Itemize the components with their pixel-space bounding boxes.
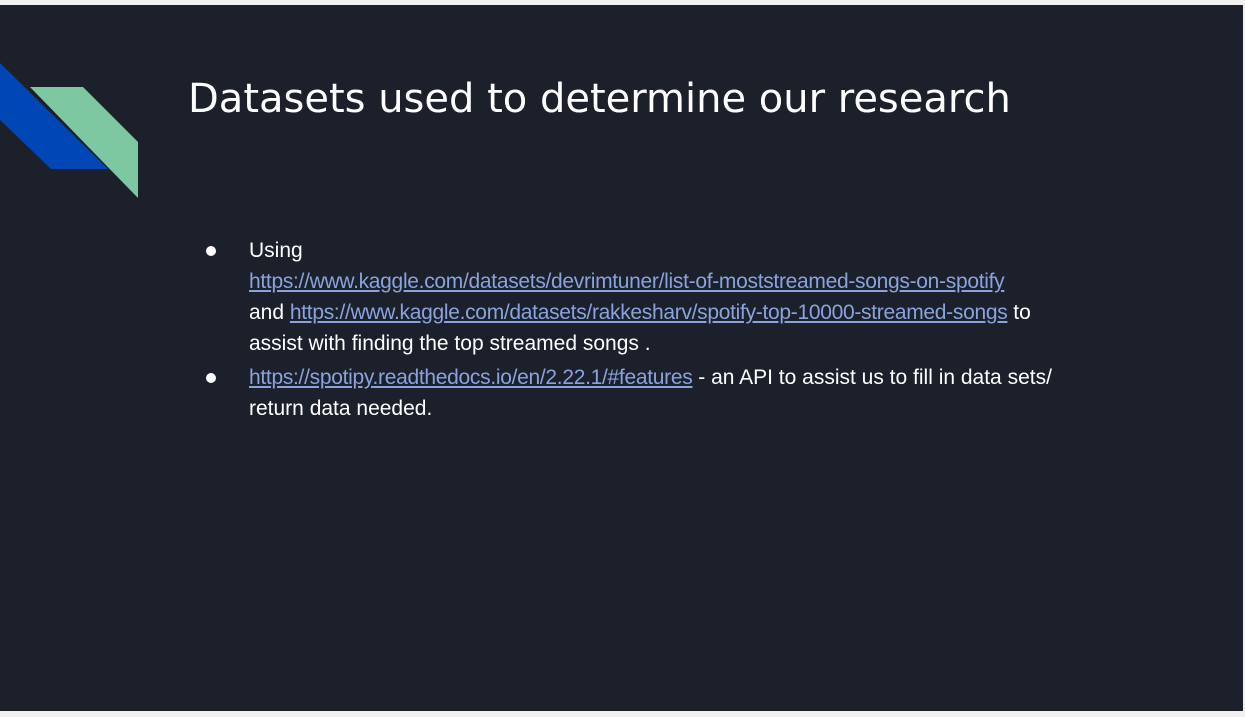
bullet-suffix-to: to	[1013, 301, 1031, 324]
bullet-item-datasets: Using https://www.kaggle.com/datasets/de…	[206, 235, 1149, 359]
kaggle-devrimtuner-link[interactable]: https://www.kaggle.com/datasets/devrimtu…	[249, 270, 1005, 293]
connector-text: and	[249, 301, 285, 324]
bullet-prefix: Using	[249, 239, 303, 262]
corner-decoration	[0, 63, 138, 198]
spotipy-docs-link[interactable]: https://spotipy.readthedocs.io/en/2.22.1…	[249, 366, 693, 389]
bullet-icon	[206, 373, 216, 383]
kaggle-rakkesharv-link[interactable]: https://www.kaggle.com/datasets/rakkesha…	[290, 301, 1008, 324]
bullet-list: Using https://www.kaggle.com/datasets/de…	[206, 235, 1149, 424]
slide: Datasets used to determine our research …	[0, 5, 1243, 711]
bullet-item-spotipy: https://spotipy.readthedocs.io/en/2.22.1…	[206, 362, 1149, 424]
bullet-suffix-text: assist with finding the top streamed son…	[249, 332, 651, 355]
api-description-text: - an API to assist us to fill in data se…	[692, 366, 1052, 389]
slide-title: Datasets used to determine our research	[188, 76, 1011, 122]
bullet-icon	[206, 246, 216, 256]
api-description-continued: return data needed.	[249, 397, 433, 420]
